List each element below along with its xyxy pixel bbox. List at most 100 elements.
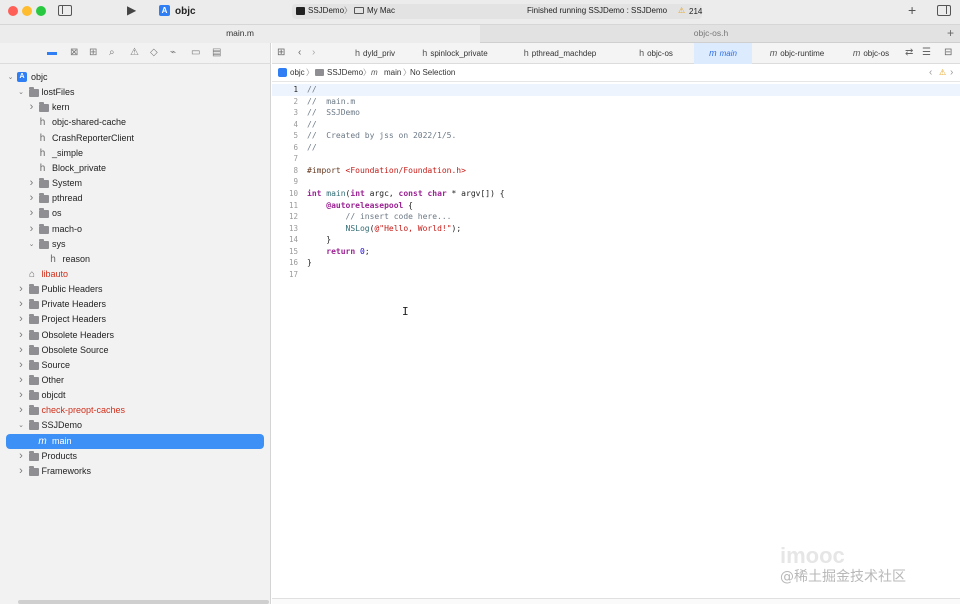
test-icon[interactable]: ◇	[150, 47, 158, 59]
grid-icon[interactable]: ⊞	[277, 47, 285, 58]
chevron-right-icon[interactable]: ›	[17, 312, 26, 327]
chevron-right-icon[interactable]: ›	[27, 100, 36, 115]
sidebar-toggle-icon[interactable]	[58, 5, 72, 16]
chevron-down-icon[interactable]: ⌄	[6, 70, 15, 85]
warning-icon[interactable]: ⚠	[678, 6, 685, 15]
run-icon[interactable]: ▶	[127, 3, 136, 17]
chevron-right-icon[interactable]: ›	[17, 343, 26, 358]
next-issue-icon[interactable]: ›	[950, 64, 953, 82]
zoom-window-button[interactable]	[36, 6, 46, 16]
navigator-item[interactable]: h Block_private	[0, 161, 271, 176]
folder-icon[interactable]: ▬	[47, 47, 57, 59]
code-editor[interactable]: 1 // 2 // main.m 3 // SSJDemo 4 // 5 // Created b…	[272, 83, 960, 598]
chevron-right-icon[interactable]: ›	[17, 358, 26, 373]
navigator-item[interactable]: › pthread	[0, 191, 271, 206]
editor-tab[interactable]: h spinlock_private	[414, 43, 496, 64]
navigator-item[interactable]: › Public Headers	[0, 282, 271, 297]
warning-icon[interactable]: ⚠	[939, 64, 946, 82]
navigator-item[interactable]: h reason	[0, 252, 271, 267]
back-icon[interactable]: ‹	[298, 47, 301, 58]
editor-tab[interactable]: m objc-runtime	[755, 43, 839, 64]
editor-tab[interactable]: m objc-os	[842, 43, 900, 64]
navigator-item[interactable]: › os	[0, 206, 271, 221]
chevron-right-icon[interactable]: ›	[27, 206, 36, 221]
chevron-down-icon[interactable]: ⌄	[17, 418, 26, 433]
breadcrumb-symbol[interactable]: No Selection	[410, 64, 455, 82]
target-scheme[interactable]: SSJDemo	[308, 6, 344, 15]
navigator-item[interactable]: h _simple	[0, 146, 271, 161]
editor-tab[interactable]: h objc-os	[624, 43, 688, 64]
navigator-item[interactable]: ⌄ SSJDemo	[0, 418, 271, 433]
editor-tab[interactable]: h dyld_priv	[340, 43, 410, 64]
new-tab-icon[interactable]: +	[947, 26, 954, 40]
code-line[interactable]: 6 //	[272, 142, 960, 154]
breadcrumb-file[interactable]: main	[384, 64, 401, 82]
navigator-item[interactable]: ⌄ lostFiles	[0, 85, 271, 100]
chevron-right-icon[interactable]: ›	[27, 176, 36, 191]
navigator-item[interactable]: ⌄ sys	[0, 237, 271, 252]
minimize-window-button[interactable]	[22, 6, 32, 16]
add-icon[interactable]: +	[908, 2, 916, 18]
editor-options-icon[interactable]: ☰	[922, 47, 931, 58]
code-line[interactable]: 11 @autoreleasepool {	[272, 200, 960, 212]
file-tab-main[interactable]: main.m	[0, 25, 480, 43]
navigator-item[interactable]: ⌄ Aobjc	[0, 70, 271, 85]
chevron-right-icon[interactable]: ›	[17, 449, 26, 464]
navigator-item[interactable]: › Other	[0, 373, 271, 388]
scheme-name[interactable]: objc	[175, 6, 196, 17]
close-window-button[interactable]	[8, 6, 18, 16]
code-line[interactable]: 14 }	[272, 234, 960, 246]
chevron-right-icon[interactable]: ›	[27, 222, 36, 237]
navigator-item[interactable]: › check-preopt-caches	[0, 403, 271, 418]
code-line[interactable]: 15 return 0;	[272, 246, 960, 258]
navigator-item[interactable]: › Products	[0, 449, 271, 464]
breadcrumb-group[interactable]: SSJDemo	[327, 64, 363, 82]
destination[interactable]: My Mac	[367, 6, 395, 15]
navigator-item[interactable]: ⌂ libauto	[0, 267, 271, 282]
issue-icon[interactable]: ⚠	[130, 47, 139, 59]
file-tab-objc-os[interactable]: objc-os.h	[481, 25, 941, 43]
chevron-down-icon[interactable]: ⌄	[17, 85, 26, 100]
code-line[interactable]: 1 //	[272, 84, 960, 96]
breadcrumb-project[interactable]: objc	[290, 64, 305, 82]
code-line[interactable]: 16}	[272, 257, 960, 269]
navigator-item[interactable]: › Frameworks	[0, 464, 271, 479]
debug-icon[interactable]: ⌁	[170, 47, 176, 59]
chevron-right-icon[interactable]: ›	[17, 297, 26, 312]
code-line[interactable]: 4 //	[272, 119, 960, 131]
code-line[interactable]: 8 #import <Foundation/Foundation.h>	[272, 165, 960, 177]
code-line[interactable]: 9	[272, 176, 960, 188]
navigator-item[interactable]: › Private Headers	[0, 297, 271, 312]
report-icon[interactable]: ▤	[212, 47, 221, 59]
related-items-icon[interactable]: ⇄	[905, 47, 913, 58]
navigator-item[interactable]: › kern	[0, 100, 271, 115]
chevron-right-icon[interactable]: ›	[27, 191, 36, 206]
chevron-right-icon[interactable]: ›	[17, 373, 26, 388]
search-icon[interactable]: ⌕	[109, 47, 115, 59]
forward-icon[interactable]: ›	[312, 47, 315, 58]
code-line[interactable]: 5 // Created by jss on 2022/1/5.	[272, 130, 960, 142]
breakpoint-icon[interactable]: ▭	[191, 47, 200, 59]
navigator-item[interactable]: › Obsolete Source	[0, 343, 271, 358]
source-control-icon[interactable]: ⊠	[70, 47, 78, 59]
editor-tab[interactable]: m main	[694, 43, 752, 64]
navigator-item[interactable]: m main	[6, 433, 264, 449]
add-editor-icon[interactable]: ⊟	[944, 47, 952, 58]
navigator-item[interactable]: › Obsolete Headers	[0, 328, 271, 343]
scrollbar[interactable]	[18, 600, 269, 604]
chevron-right-icon[interactable]: ›	[17, 464, 26, 479]
navigator-item[interactable]: h objc-shared-cache	[0, 115, 271, 130]
chevron-down-icon[interactable]: ⌄	[27, 237, 36, 252]
code-line[interactable]: 2 // main.m	[272, 96, 960, 108]
navigator-item[interactable]: › Project Headers	[0, 312, 271, 327]
navigator-item[interactable]: › mach-o	[0, 222, 271, 237]
previous-issue-icon[interactable]: ‹	[929, 64, 932, 82]
chevron-right-icon[interactable]: ›	[17, 282, 26, 297]
code-line[interactable]: 3 // SSJDemo	[272, 107, 960, 119]
code-line[interactable]: 13 NSLog(@"Hello, World!");	[272, 223, 960, 235]
inspector-toggle-icon[interactable]	[937, 5, 951, 16]
code-line[interactable]: 12 // insert code here...	[272, 211, 960, 223]
navigator-item[interactable]: › System	[0, 176, 271, 191]
chevron-right-icon[interactable]: ›	[17, 388, 26, 403]
chevron-right-icon[interactable]: ›	[17, 328, 26, 343]
